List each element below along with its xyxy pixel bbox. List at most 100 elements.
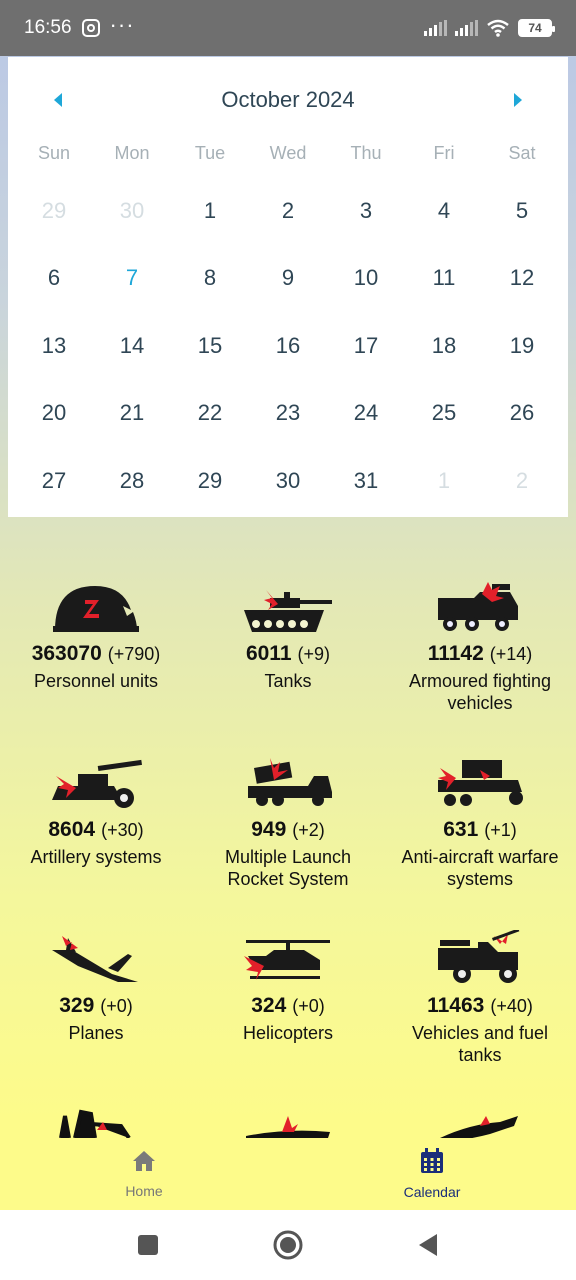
calendar-day[interactable]: 8 (171, 245, 249, 313)
stat-label: Artillery systems (30, 847, 162, 867)
partial-stats-row (0, 1104, 576, 1138)
square-icon (138, 1235, 158, 1255)
stat-value: 329 (59, 994, 95, 1017)
calendar-day[interactable]: 13 (15, 312, 93, 380)
stat-delta: (+2) (292, 820, 325, 840)
weekday-label: Wed (269, 143, 307, 163)
next-month-icon[interactable] (514, 93, 522, 107)
stat-value: 949 (251, 818, 287, 841)
calendar-day[interactable]: 11 (405, 245, 483, 313)
calendar-day[interactable]: 3 (327, 177, 405, 245)
calendar-day[interactable]: 27 (15, 447, 93, 515)
calendar-day[interactable]: 21 (93, 380, 171, 448)
weekday-label: Mon (114, 143, 150, 163)
recent-apps-button[interactable] (128, 1225, 168, 1265)
calendar-day[interactable]: 16 (249, 312, 327, 380)
calendar: October 2024 Sun Mon Tue Wed Thu Fri Sat… (8, 57, 568, 517)
stat-card: 329 (+0) Planes (0, 930, 192, 1106)
tank-icon (238, 578, 338, 634)
calendar-day[interactable]: 2 (483, 447, 561, 515)
stat-delta: (+30) (101, 820, 144, 840)
calendar-day[interactable]: 12 (483, 245, 561, 313)
calendar-day[interactable]: 23 (249, 380, 327, 448)
calendar-day[interactable]: 2 (249, 177, 327, 245)
calendar-day[interactable]: 14 (93, 312, 171, 380)
signal-icon-2 (455, 20, 478, 36)
stat-value-line: 631 (+1) (443, 818, 517, 842)
stat-card: 363070 (+790) Personnel units (0, 578, 192, 754)
nav-calendar[interactable]: Calendar (288, 1138, 576, 1210)
armoured-vehicle-icon (430, 578, 530, 634)
stat-card: 949 (+2) Multiple Launch Rocket System (192, 754, 384, 930)
calendar-day[interactable]: 6 (15, 245, 93, 313)
plane-icon (46, 930, 146, 986)
calendar-day[interactable]: 25 (405, 380, 483, 448)
nav-home-label: Home (125, 1183, 163, 1199)
fuel-truck-icon (430, 930, 530, 986)
instagram-icon (81, 19, 100, 37)
system-navigation-bar (0, 1210, 576, 1280)
calendar-day[interactable]: 9 (249, 245, 327, 313)
calendar-day-today[interactable]: 7 (93, 245, 171, 313)
stat-card: 324 (+0) Helicopters (192, 930, 384, 1106)
stat-card: 11463 (+40) Vehicles and fuel tanks (384, 930, 576, 1106)
drone-icon (384, 1104, 576, 1138)
back-button[interactable] (408, 1225, 448, 1265)
stat-label: Anti-aircraft warfare systems (401, 847, 559, 889)
stat-value-line: 324 (+0) (251, 994, 325, 1018)
stat-label: Planes (68, 1023, 124, 1043)
calendar-day[interactable]: 20 (15, 380, 93, 448)
stat-value: 324 (251, 994, 287, 1017)
helicopter-icon (238, 930, 338, 986)
stat-label: Personnel units (33, 671, 159, 691)
calendar-day[interactable]: 28 (93, 447, 171, 515)
status-bar: 16:56 ··· 74 (0, 0, 576, 56)
calendar-day[interactable]: 18 (405, 312, 483, 380)
calendar-day[interactable]: 4 (405, 177, 483, 245)
home-button[interactable] (268, 1225, 308, 1265)
artillery-icon (46, 754, 146, 810)
helmet-icon (46, 578, 146, 634)
calendar-day[interactable]: 10 (327, 245, 405, 313)
weekday-label: Sun (37, 143, 71, 163)
calendar-icon (421, 1148, 443, 1173)
calendar-day[interactable]: 15 (171, 312, 249, 380)
stat-value-line: 949 (+2) (251, 818, 325, 842)
calendar-day[interactable]: 22 (171, 380, 249, 448)
stat-card: 6011 (+9) Tanks (192, 578, 384, 754)
battery-icon: 74 (518, 19, 555, 37)
stat-value-line: 11463 (+40) (427, 994, 533, 1018)
calendar-days-grid: 29 30 1 2 3 4 5 6 7 8 9 10 11 12 13 14 15 16 17 18 19 20 21 22 2… (8, 177, 568, 515)
calendar-day[interactable]: 1 (405, 447, 483, 515)
weekday-label: Fri (433, 143, 455, 163)
calendar-day[interactable]: 17 (327, 312, 405, 380)
stat-label: Helicopters (242, 1023, 334, 1043)
signal-icon (424, 20, 447, 36)
stat-value: 363070 (31, 642, 102, 665)
calendar-day[interactable]: 31 (327, 447, 405, 515)
calendar-day[interactable]: 30 (249, 447, 327, 515)
calendar-day[interactable]: 19 (483, 312, 561, 380)
stat-delta: (+0) (100, 996, 133, 1016)
weekday-label: Sat (508, 143, 536, 163)
calendar-day[interactable]: 29 (171, 447, 249, 515)
bottom-navigation: Home Calendar (0, 1138, 576, 1210)
calendar-month-title: October 2024 (221, 87, 355, 112)
calendar-day[interactable]: 30 (93, 177, 171, 245)
stat-value: 631 (443, 818, 479, 841)
weekday-label: Tue (194, 143, 226, 163)
calendar-day[interactable]: 26 (483, 380, 561, 448)
stat-delta: (+9) (297, 644, 331, 664)
stats-row: 329 (+0) Planes 324 (+0) Helicopters 11463 (+40… (0, 930, 576, 1106)
nav-home[interactable]: Home (0, 1138, 288, 1210)
stat-delta: (+0) (292, 996, 325, 1016)
calendar-day[interactable]: 29 (15, 177, 93, 245)
stat-value-line: 329 (+0) (59, 994, 133, 1018)
stat-label: Tanks (264, 671, 312, 691)
calendar-day[interactable]: 5 (483, 177, 561, 245)
previous-month-icon[interactable] (54, 93, 62, 107)
wifi-icon (487, 19, 509, 37)
stat-value: 6011 (245, 642, 292, 665)
calendar-day[interactable]: 24 (327, 380, 405, 448)
calendar-day[interactable]: 1 (171, 177, 249, 245)
